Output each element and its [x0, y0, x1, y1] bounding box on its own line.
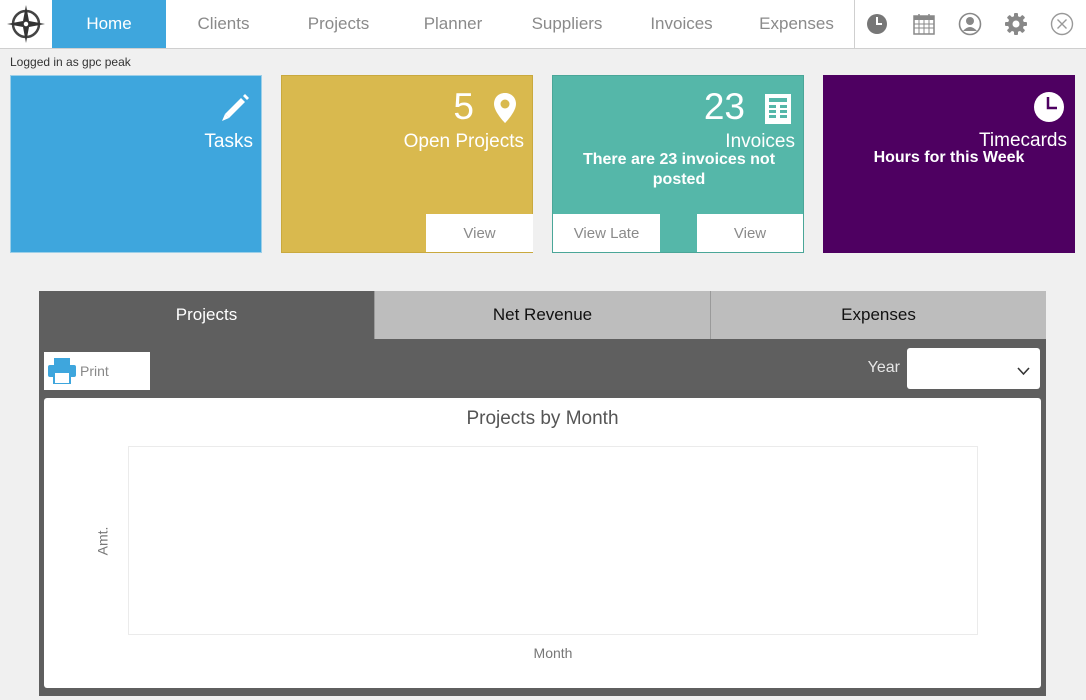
year-label: Year [867, 359, 900, 376]
print-button[interactable]: Print [44, 352, 150, 390]
chevron-down-icon [1017, 363, 1030, 381]
tasks-card[interactable]: Tasks [10, 75, 262, 253]
nav-home[interactable]: Home [52, 0, 166, 48]
projects-chart: Projects by Month Amt. Month [44, 398, 1041, 688]
nav-expenses[interactable]: Expenses [739, 0, 854, 48]
compass-logo-icon[interactable] [0, 0, 52, 48]
tab-expenses[interactable]: Expenses [710, 291, 1046, 339]
open-projects-title: Open Projects [403, 131, 524, 152]
dashboard-chart-panel: Projects Net Revenue Expenses Print Year… [39, 291, 1046, 696]
chart-plot-area [128, 446, 978, 635]
nav-planner[interactable]: Planner [396, 0, 510, 48]
chart-x-axis-label: Month [533, 645, 573, 661]
open-projects-card: 5 Open Projects View [281, 75, 533, 253]
open-projects-count: 5 [453, 86, 474, 127]
printer-icon [48, 358, 76, 384]
logged-in-label: Logged in as gpc peak [10, 55, 131, 69]
invoices-count: 23 [703, 86, 745, 127]
close-icon[interactable] [1050, 12, 1074, 36]
pencil-icon [219, 92, 251, 129]
tab-net-revenue[interactable]: Net Revenue [374, 291, 710, 339]
tasks-title: Tasks [204, 131, 253, 152]
spreadsheet-icon [765, 94, 791, 129]
nav-projects[interactable]: Projects [281, 0, 396, 48]
timecards-subtitle: Hours for this Week [873, 149, 1025, 166]
clock-icon[interactable] [865, 12, 889, 36]
print-label: Print [80, 363, 109, 379]
invoices-subtitle: There are 23 invoices not posted [582, 151, 776, 188]
year-select[interactable] [907, 348, 1040, 389]
invoices-card: 23 Invoices There are 23 invoices not po… [552, 75, 804, 253]
gear-icon[interactable] [1004, 12, 1028, 36]
top-navigation: Home Clients Projects Planner Suppliers … [0, 0, 1086, 49]
nav-invoices[interactable]: Invoices [624, 0, 739, 48]
nav-suppliers[interactable]: Suppliers [510, 0, 624, 48]
projects-view-button[interactable]: View [426, 214, 533, 252]
nav-divider [854, 0, 855, 48]
user-icon[interactable] [958, 12, 982, 36]
chart-y-axis-label: Amt. [94, 526, 111, 556]
chart-title: Projects by Month [466, 408, 619, 429]
invoices-view-button[interactable]: View [697, 214, 803, 252]
timecards-card[interactable]: Timecards Hours for this Week [823, 75, 1075, 253]
clock-icon [1033, 91, 1065, 128]
invoices-view-late-button[interactable]: View Late [553, 214, 660, 252]
nav-clients[interactable]: Clients [166, 0, 281, 48]
chart-svg [129, 447, 977, 634]
map-pin-icon [492, 92, 518, 129]
calendar-icon[interactable] [912, 12, 936, 36]
tab-projects[interactable]: Projects [39, 291, 374, 339]
